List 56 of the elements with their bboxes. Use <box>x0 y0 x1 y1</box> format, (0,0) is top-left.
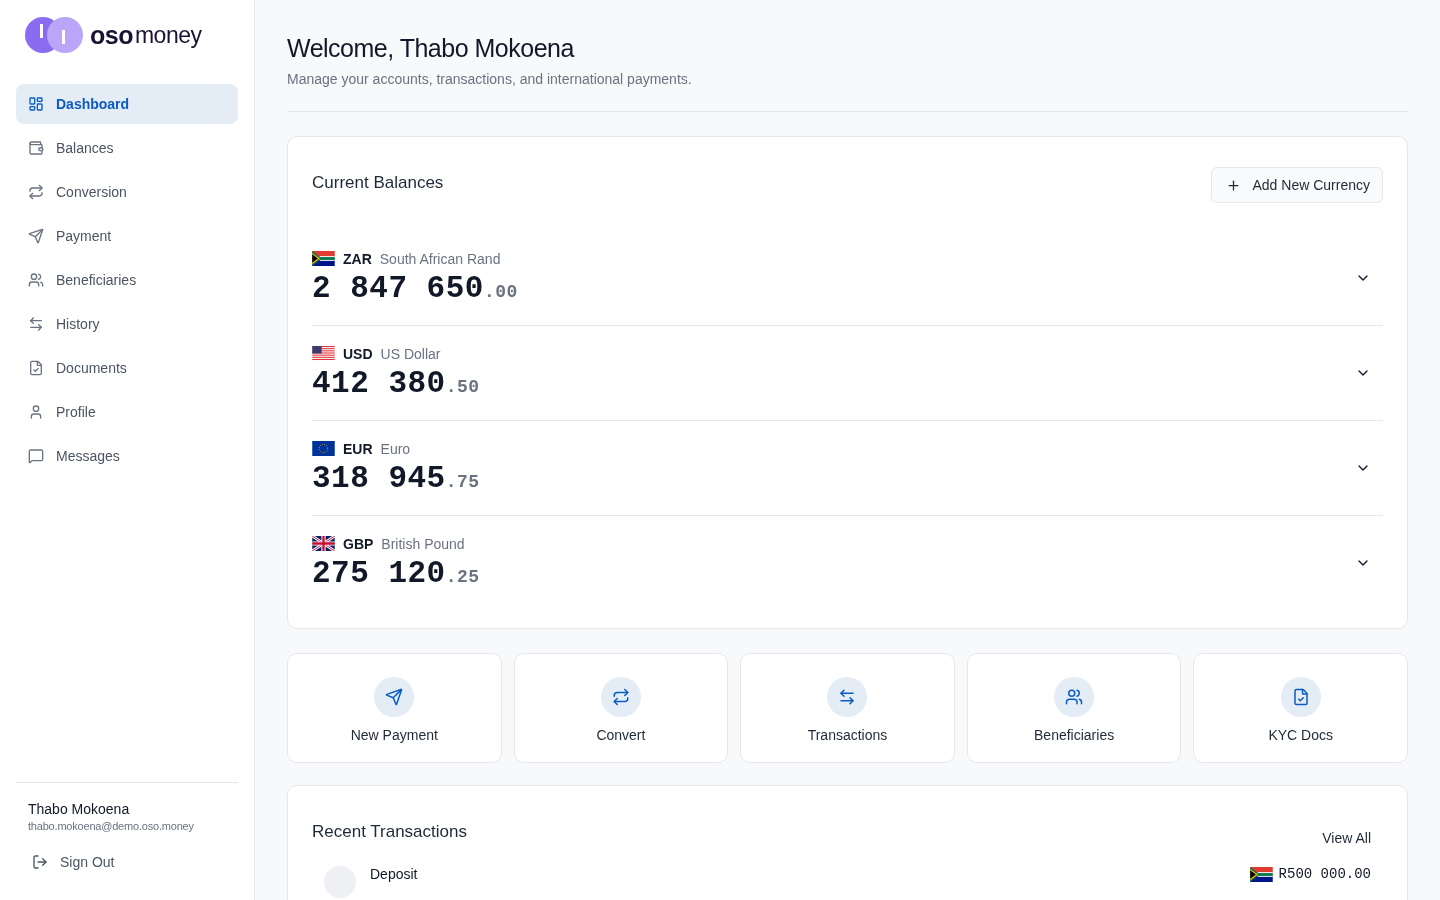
sidebar-item[interactable]: Dashboard <box>16 84 238 124</box>
swap-arrows-icon <box>28 316 44 332</box>
page-title: Welcome, Thabo Mokoena <box>287 34 576 63</box>
currency-code: EUR <box>343 440 373 457</box>
logo-wordmark-suffix: money <box>134 21 202 49</box>
paper-plane-icon <box>28 228 44 244</box>
chat-bubble-icon <box>28 448 44 464</box>
currency-name: US Dollar <box>380 345 441 362</box>
wallet-icon <box>28 140 44 156</box>
quick-action-button[interactable]: Convert <box>513 653 729 763</box>
quick-action-button[interactable]: Transactions <box>740 653 955 763</box>
logo-icon <box>24 16 84 54</box>
card-title: Recent Transactions <box>312 822 467 842</box>
currency-name: South African Rand <box>379 250 501 267</box>
currency-code: USD <box>343 345 373 362</box>
flag-icon <box>312 251 335 266</box>
sign-out-button[interactable]: Sign Out <box>16 842 238 882</box>
transaction-title: Deposit <box>370 866 418 882</box>
view-all-link[interactable]: View All <box>1322 830 1371 846</box>
sign-out-icon <box>32 854 48 870</box>
balance-amount: 2 847 650.00 <box>312 270 518 306</box>
currency-code: ZAR <box>343 250 372 267</box>
repeat-arrows-icon <box>28 184 44 200</box>
currency-name: Euro <box>380 440 411 457</box>
sidebar-item[interactable]: Beneficiaries <box>16 260 238 300</box>
logo-wordmark: oso <box>90 20 133 50</box>
quick-action-button[interactable]: KYC Docs <box>1193 653 1408 763</box>
flag-icon <box>312 536 335 551</box>
document-check-icon <box>28 360 44 376</box>
sidebar-item[interactable]: Documents <box>16 348 238 388</box>
sidebar-item[interactable]: Balances <box>16 128 238 168</box>
flag-icon <box>312 441 335 456</box>
balance-amount: 275 120.25 <box>312 555 480 591</box>
sidebar-item[interactable]: History <box>16 304 238 344</box>
quick-action-button[interactable]: New Payment <box>287 653 502 763</box>
sidebar-item[interactable]: Conversion <box>16 172 238 212</box>
sidebar-item[interactable]: Messages <box>16 436 238 476</box>
sidebar-item[interactable]: Profile <box>16 392 238 432</box>
flag-icon <box>312 346 335 361</box>
balance-amount: 412 380.50 <box>312 365 480 401</box>
transaction-amount: R500 000.00 <box>1278 866 1371 882</box>
add-currency-button[interactable]: Add New Currency <box>1210 167 1383 203</box>
currency-code: GBP <box>343 535 374 552</box>
sidebar-item[interactable]: Payment <box>16 216 238 256</box>
currency-name: British Pound <box>381 535 465 552</box>
quick-action-button[interactable]: Beneficiaries <box>966 653 1182 763</box>
user-name: Thabo Mokoena <box>28 801 131 817</box>
balance-amount: 318 945.75 <box>312 460 480 496</box>
users-icon <box>28 272 44 288</box>
user-email: thabo.mokoena@demo.oso.money <box>28 820 195 832</box>
flag-icon <box>1249 866 1273 882</box>
plus-icon <box>1225 177 1241 193</box>
dashboard-icon <box>28 96 44 112</box>
page-subtitle: Manage your accounts, transactions, and international payments. <box>287 71 693 87</box>
card-title: Current Balances <box>312 173 444 193</box>
user-icon <box>28 404 44 420</box>
